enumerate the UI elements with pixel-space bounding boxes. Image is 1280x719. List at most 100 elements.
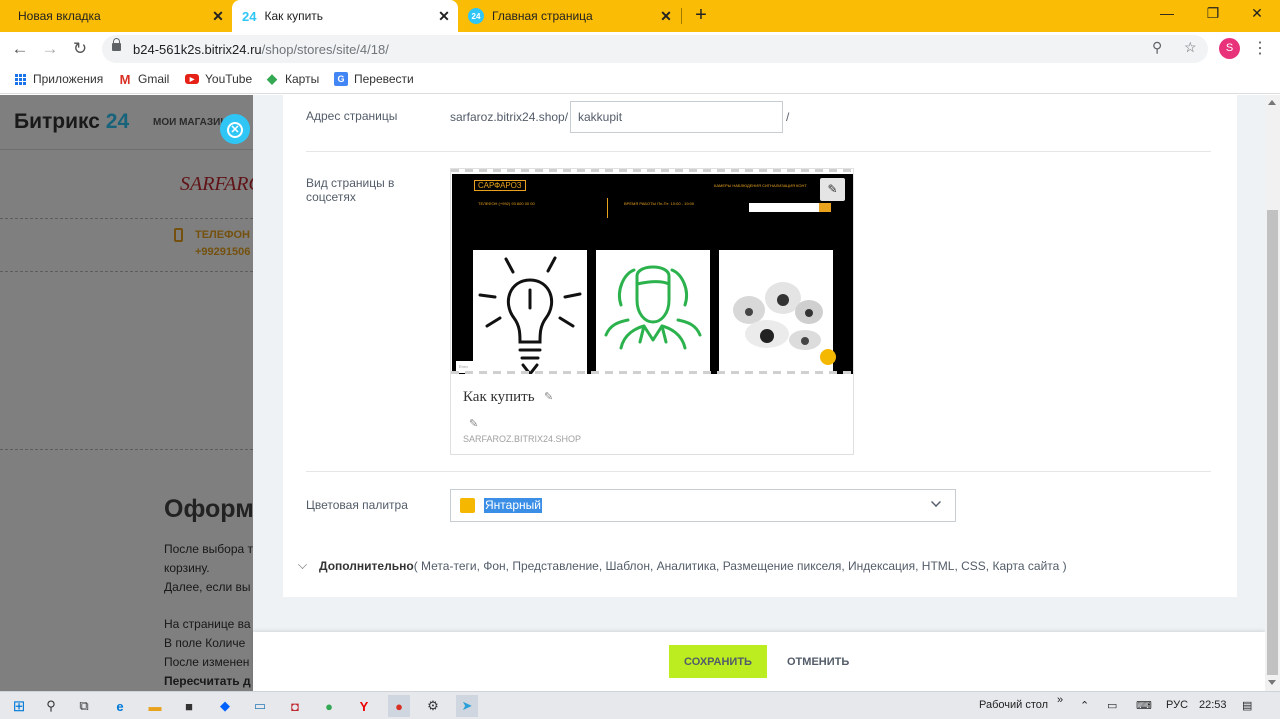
scroll-down-icon[interactable] [1268, 680, 1276, 685]
task-view-icon[interactable]: ⧉ [73, 695, 95, 717]
cancel-button[interactable]: ОТМЕНИТЬ [777, 645, 859, 678]
dropbox-icon[interactable]: ◆ [214, 695, 236, 717]
bitrix24-favicon-icon: 24 [468, 8, 484, 24]
menu-dots-icon[interactable]: ⋮ [1252, 38, 1268, 58]
window-close-button[interactable]: ✕ [1234, 0, 1280, 28]
windows-taskbar: ⊞ ⚲ ⧉ e ▬ ■ ◆ ▭ ◘ ● Y ● ⚙ ➤ Рабочий стол… [0, 691, 1280, 719]
telegram-icon[interactable]: ➤ [456, 695, 478, 717]
tab-new[interactable]: Новая вкладка ✕ [8, 0, 232, 32]
close-icon[interactable]: ✕ [658, 8, 674, 25]
search-icon[interactable]: ⚲ [40, 695, 62, 717]
address-input[interactable] [570, 101, 783, 133]
yandex-app-icon[interactable]: ◘ [284, 695, 306, 717]
tab-separator [681, 8, 682, 24]
minimize-button[interactable]: — [1144, 0, 1190, 28]
bookmark-maps[interactable]: ◆ Карты [265, 71, 319, 86]
edit-title-pencil-icon[interactable]: ✎ [544, 390, 553, 403]
settings-card: Адрес страницы sarfaroz.bitrix24.shop/ /… [283, 95, 1237, 597]
dashed-border [451, 169, 853, 172]
tab-title: Как купить [264, 9, 324, 23]
maps-icon: ◆ [267, 71, 277, 86]
divider [306, 151, 1211, 152]
preview-title: Как купить [463, 389, 535, 405]
maximize-button[interactable]: ❐ [1190, 0, 1236, 28]
scroll-up-icon[interactable] [1268, 100, 1276, 105]
new-tab-button[interactable]: + [688, 4, 714, 28]
pencil-icon: ✎ [827, 182, 838, 196]
desktop-label[interactable]: Рабочий стол [979, 699, 1048, 711]
scrollbar[interactable] [1265, 95, 1280, 691]
chevron-icon[interactable]: » [1057, 694, 1063, 706]
back-arrow-icon[interactable]: ← [8, 37, 32, 61]
shot-nav: КАМЕРЫ НАБЛЮДЕНИЯ СИГНАЛИЗАЦИЯ КОНТ [714, 183, 807, 188]
address-prefix: sarfaroz.bitrix24.shop/ [450, 110, 569, 124]
address-suffix: / [786, 110, 790, 124]
bitrix24-favicon-icon: 24 [242, 8, 257, 24]
keyboard-icon[interactable]: ⌨ [1136, 699, 1152, 712]
store-icon[interactable]: ■ [178, 695, 200, 717]
address-bar[interactable]: b24-561k2s.bitrix24.ru/shop/stores/site/… [102, 35, 1208, 63]
translate-icon: G [334, 72, 348, 86]
bookmark-translate[interactable]: G Перевести [334, 72, 414, 86]
reload-icon[interactable]: ↻ [68, 37, 92, 61]
chevron-down-icon [931, 497, 941, 507]
notifications-icon[interactable]: ▤ [1242, 699, 1252, 712]
edit-description-pencil-icon[interactable]: ✎ [469, 417, 478, 430]
settings-slider: Адрес страницы sarfaroz.bitrix24.shop/ /… [253, 95, 1265, 691]
team-icon [596, 250, 710, 374]
social-label: Вид страницы в соцсетях [306, 176, 395, 204]
tab-how-to-buy[interactable]: 24 Как купить ✕ [232, 0, 458, 32]
shot-badge [820, 349, 836, 365]
chevron-up-icon[interactable]: ⌃ [1080, 699, 1089, 712]
preview-image: САРФАРОЗ КАМЕРЫ НАБЛЮДЕНИЯ СИГНАЛИЗАЦИЯ … [452, 174, 853, 374]
computer-icon[interactable]: ▭ [249, 695, 271, 717]
tab-home[interactable]: 24 Главная страница ✕ [458, 0, 680, 32]
preview-domain: SARFAROZ.BITRIX24.SHOP [463, 434, 582, 444]
language-indicator[interactable]: РУС [1166, 699, 1188, 711]
close-icon: ✕ [227, 122, 243, 138]
close-icon[interactable]: ✕ [210, 8, 226, 25]
slider-close-button[interactable]: ✕ [220, 114, 250, 144]
save-button[interactable]: СОХРАНИТЬ [669, 645, 767, 678]
scrollbar-thumb[interactable] [1267, 210, 1278, 675]
dashed-border [451, 371, 853, 374]
yandex-browser-icon[interactable]: Y [353, 695, 375, 717]
tab-title: Новая вкладка [18, 9, 101, 23]
forward-arrow-icon[interactable]: → [38, 37, 62, 61]
chrome-active-icon[interactable]: ● [388, 695, 410, 717]
close-icon[interactable]: ✕ [436, 8, 452, 25]
additional-section[interactable]: Дополнительно( Мета-теги, Фон, Представл… [283, 544, 1237, 597]
lightbulb-icon [473, 250, 587, 374]
edit-image-button[interactable]: ✎ [820, 178, 845, 201]
settings-gear-icon[interactable]: ⚙ [422, 695, 444, 717]
battery-icon[interactable]: ▭ [1107, 699, 1117, 712]
chrome-icon[interactable]: ● [318, 695, 340, 717]
additional-toggle[interactable]: Дополнительно( Мета-теги, Фон, Представл… [319, 559, 1067, 573]
palette-value: Янтарный [484, 498, 542, 513]
shot-phone: ТЕЛЕФОН (+992) 93 600 00 00 [478, 201, 535, 206]
color-swatch [460, 498, 475, 513]
browser-toolbar: ← → ↻ b24-561k2s.bitrix24.ru/shop/stores… [0, 32, 1280, 66]
shot-logo: САРФАРОЗ [474, 180, 526, 191]
bookmark-youtube[interactable]: ▶ YouTube [185, 72, 252, 86]
footer-actions: СОХРАНИТЬ ОТМЕНИТЬ [253, 632, 1265, 691]
bookmark-gmail[interactable]: M Gmail [118, 72, 170, 87]
youtube-icon: ▶ [185, 74, 199, 84]
file-explorer-icon[interactable]: ▬ [144, 695, 166, 717]
bookmark-star-icon[interactable]: ☆ [1184, 39, 1197, 56]
bookmarks-bar: Приложения M Gmail ▶ YouTube ◆ Карты G П… [0, 66, 1280, 94]
tab-strip: Новая вкладка ✕ 24 Как купить ✕ 24 Главн… [0, 0, 1280, 32]
palette-label: Цветовая палитра [306, 498, 408, 512]
cctv-cameras-image [719, 250, 833, 374]
shot-hours: ВРЕМЯ РАБОТЫ Пн-Пт: 10:00 - 19:00 [624, 201, 695, 206]
windows-start-icon[interactable]: ⊞ [8, 695, 30, 717]
palette-select[interactable]: Янтарный [450, 489, 956, 522]
chevron-down-icon[interactable] [298, 560, 307, 569]
bookmark-apps[interactable]: Приложения [13, 72, 103, 86]
clock[interactable]: 22:53 [1199, 699, 1227, 711]
profile-avatar[interactable]: S [1219, 38, 1240, 59]
lock-icon [112, 38, 121, 51]
divider [607, 198, 608, 218]
zoom-icon[interactable]: ⚲ [1152, 39, 1162, 56]
edge-icon[interactable]: e [109, 695, 131, 717]
